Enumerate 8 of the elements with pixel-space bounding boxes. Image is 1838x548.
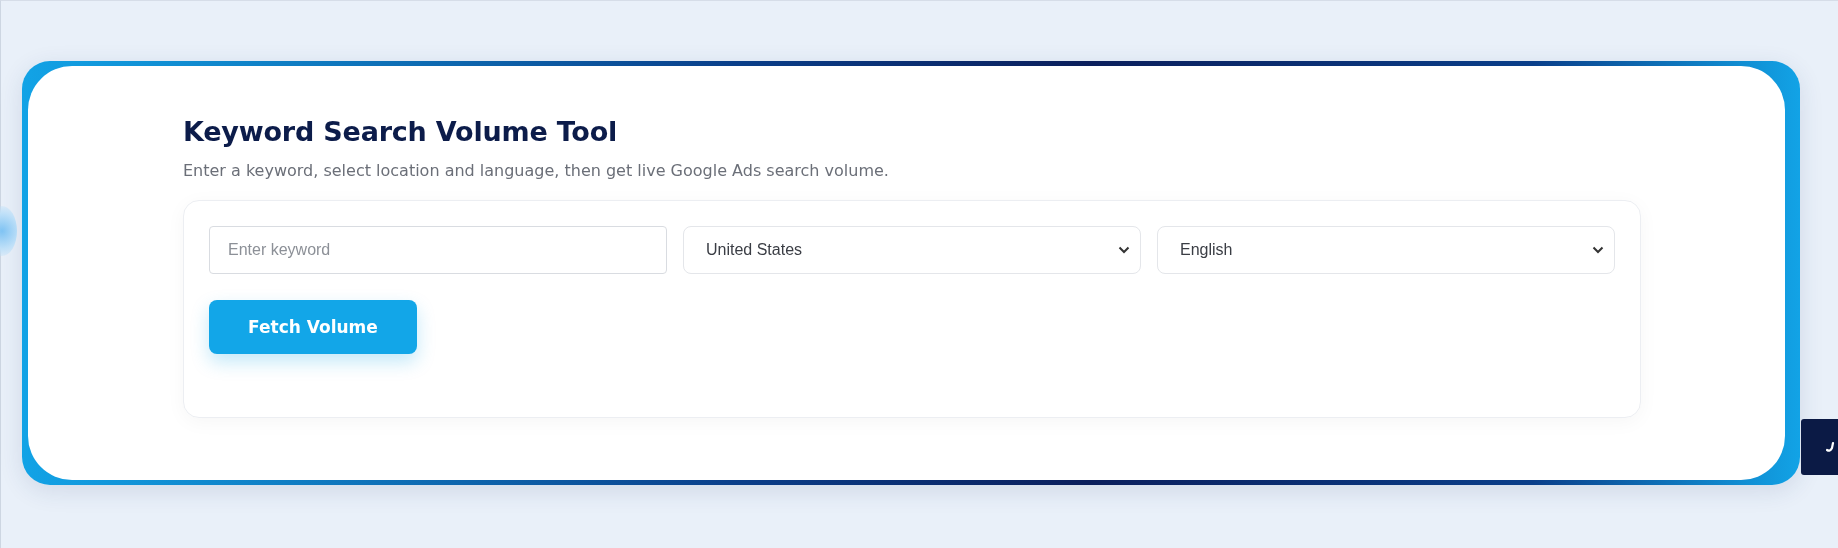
chevron-down-icon [1592,246,1604,254]
location-select[interactable]: United States [683,226,1141,274]
side-tab[interactable] [1801,419,1838,475]
tool-subtitle: Enter a keyword, select location and language, then get live Google Ads search volume. [183,161,890,180]
chevron-down-icon [1118,246,1130,254]
language-select[interactable]: English [1157,226,1615,274]
tool-title: Keyword Search Volume Tool [183,116,619,147]
keyword-field[interactable]: Enter keyword [209,226,667,274]
